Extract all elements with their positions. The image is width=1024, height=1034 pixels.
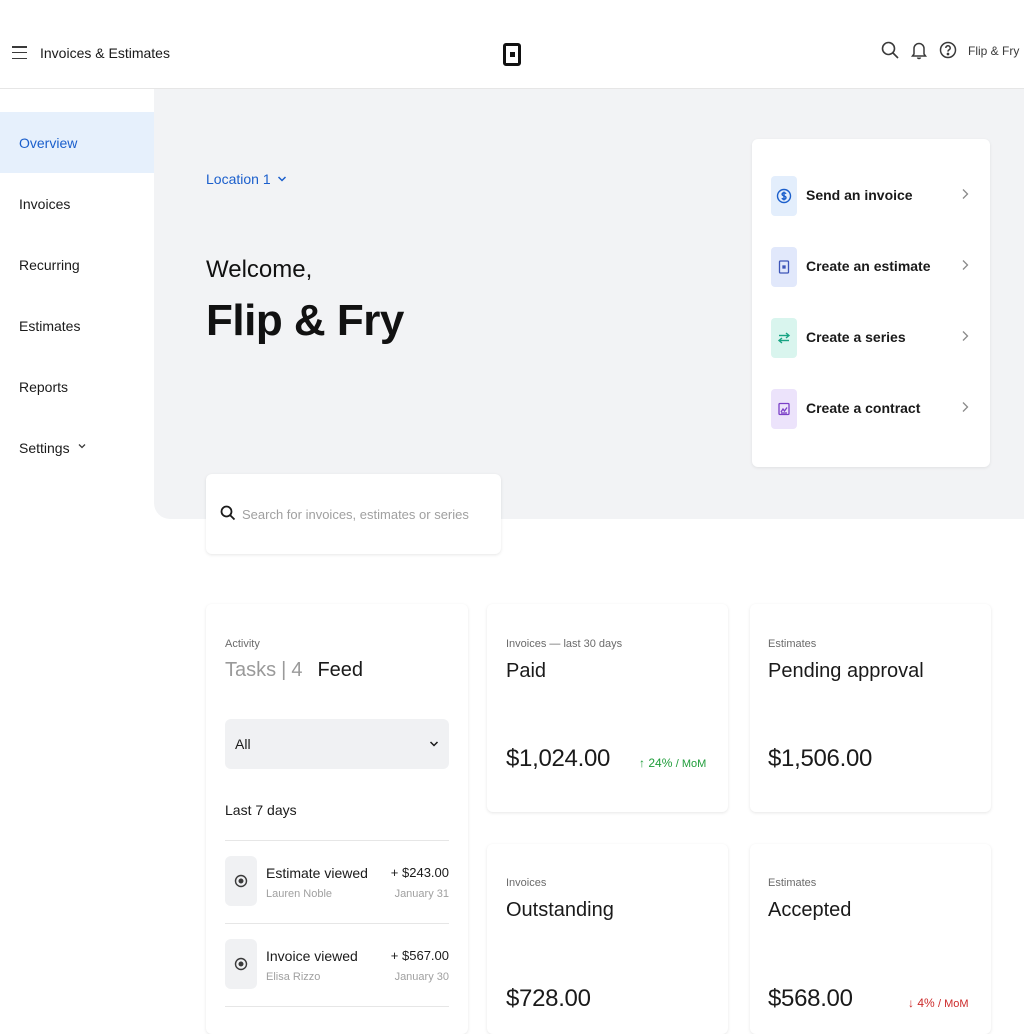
sidebar-item-invoices[interactable]: Invoices xyxy=(0,173,154,234)
sidebar-item-settings[interactable]: Settings xyxy=(0,417,154,478)
activity-eyebrow: Activity xyxy=(225,638,260,650)
eye-icon xyxy=(225,856,257,906)
tasks-count: 4 xyxy=(291,659,303,681)
sidebar-item-label: Overview xyxy=(19,134,78,151)
accepted-eyebrow: Estimates xyxy=(768,877,817,889)
hamburger-menu-icon[interactable] xyxy=(12,46,27,59)
action-label: Create an estimate xyxy=(806,258,931,274)
search-icon xyxy=(220,505,236,521)
chevron-right-icon xyxy=(960,258,970,277)
top-bar: Invoices & Estimates Flip & Fry xyxy=(0,0,1024,89)
send-invoice-action[interactable]: Send an invoice xyxy=(752,168,990,224)
chevron-right-icon xyxy=(960,329,970,348)
feed-item[interactable]: Invoice viewed Elisa Rizzo + $567.00 Jan… xyxy=(225,931,449,991)
accepted-title: Accepted xyxy=(768,899,852,921)
swap-arrows-icon xyxy=(771,318,797,358)
welcome-text: Welcome, xyxy=(206,256,313,283)
chevron-down-icon xyxy=(429,741,439,747)
paid-card[interactable] xyxy=(487,604,728,812)
trend-value: 4% xyxy=(917,996,935,1010)
location-selector[interactable]: Location 1 xyxy=(206,171,287,187)
chevron-right-icon xyxy=(960,400,970,419)
tab-tasks[interactable]: Tasks xyxy=(225,659,276,682)
dollar-circle-icon xyxy=(771,176,797,216)
feed-item-title: Estimate viewed xyxy=(266,865,368,881)
outstanding-amount: $728.00 xyxy=(506,985,591,1012)
pending-approval-card[interactable] xyxy=(750,604,991,812)
feed-item-title: Invoice viewed xyxy=(266,948,358,964)
outstanding-title: Outstanding xyxy=(506,899,614,921)
sidebar-item-label: Reports xyxy=(19,378,69,395)
paid-eyebrow: Invoices — last 30 days xyxy=(506,638,623,650)
filter-value: All xyxy=(235,736,251,752)
pending-title: Pending approval xyxy=(768,660,924,682)
feed-item-date: January 30 xyxy=(394,971,449,983)
divider xyxy=(225,1006,449,1007)
outstanding-eyebrow: Invoices xyxy=(506,877,547,889)
divider xyxy=(225,923,449,924)
bell-icon[interactable] xyxy=(909,40,929,60)
period-label: Last 7 days xyxy=(225,802,297,818)
create-estimate-action[interactable]: Create an estimate xyxy=(752,239,990,295)
accepted-amount: $568.00 xyxy=(768,985,853,1012)
trend-value: 24% xyxy=(648,756,673,770)
sidebar-item-estimates[interactable]: Estimates xyxy=(0,295,154,356)
trend-unit: / MoM xyxy=(938,998,969,1010)
pending-eyebrow: Estimates xyxy=(768,638,817,650)
feed-item[interactable]: Estimate viewed Lauren Noble + $243.00 J… xyxy=(225,848,449,908)
tab-separator: | xyxy=(281,659,287,681)
sidebar-item-label: Invoices xyxy=(19,195,71,212)
eye-icon xyxy=(225,939,257,989)
pending-amount: $1,506.00 xyxy=(768,745,873,772)
create-contract-action[interactable]: Create a contract xyxy=(752,381,990,437)
search-icon[interactable] xyxy=(880,40,900,60)
accepted-trend: ↓ 4% / MoM xyxy=(908,996,969,1010)
feed-item-date: January 31 xyxy=(394,888,449,900)
feed-item-amount: + $567.00 xyxy=(390,948,449,963)
action-label: Create a contract xyxy=(806,400,921,416)
chevron-right-icon xyxy=(960,187,970,206)
sidebar-item-label: Estimates xyxy=(19,317,81,334)
sidebar-item-recurring[interactable]: Recurring xyxy=(0,234,154,295)
arrow-up-icon: ↑ xyxy=(639,756,645,770)
sidebar: Overview Invoices Recurring Estimates Re… xyxy=(0,89,154,1024)
trend-unit: / MoM xyxy=(675,758,707,770)
activity-tabs: Tasks | 4 Feed xyxy=(225,659,363,682)
arrow-down-icon: ↓ xyxy=(908,996,914,1010)
action-label: Create a series xyxy=(806,329,906,345)
sidebar-item-label: Recurring xyxy=(19,256,80,273)
search-box xyxy=(206,474,501,554)
contract-icon xyxy=(771,389,797,429)
feed-item-name: Elisa Rizzo xyxy=(266,971,321,983)
sidebar-item-reports[interactable]: Reports xyxy=(0,356,154,417)
create-series-action[interactable]: Create a series xyxy=(752,310,990,366)
chevron-down-icon xyxy=(277,176,286,182)
chevron-down-icon xyxy=(77,441,87,454)
feed-item-name: Lauren Noble xyxy=(266,888,333,900)
paid-amount: $1,024.00 xyxy=(506,745,611,772)
quick-actions-card: Send an invoice Create an estimate Creat… xyxy=(752,139,990,467)
document-icon xyxy=(771,247,797,287)
business-name: Flip & Fry xyxy=(206,296,404,345)
app-title: Invoices & Estimates xyxy=(40,45,170,61)
tab-feed[interactable]: Feed xyxy=(317,659,363,682)
paid-trend: ↑ 24% / MoM xyxy=(639,756,706,770)
help-icon[interactable] xyxy=(938,40,958,60)
location-label: Location 1 xyxy=(206,171,271,187)
search-input[interactable] xyxy=(242,503,487,525)
action-label: Send an invoice xyxy=(806,187,913,203)
sidebar-item-label: Settings xyxy=(19,439,70,456)
square-logo-icon[interactable] xyxy=(503,43,521,66)
paid-title: Paid xyxy=(506,660,547,682)
feed-item-amount: + $243.00 xyxy=(390,865,449,880)
sidebar-item-overview[interactable]: Overview xyxy=(0,112,154,173)
activity-filter-select[interactable]: All xyxy=(225,719,449,769)
account-name[interactable]: Flip & Fry xyxy=(968,44,1019,58)
divider xyxy=(225,840,449,841)
